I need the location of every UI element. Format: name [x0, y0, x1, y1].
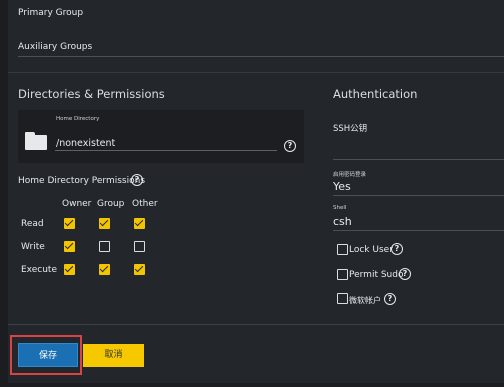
execute-group-checkbox[interactable]: [99, 264, 110, 275]
execute-owner-checkbox[interactable]: [64, 264, 75, 275]
row-write-label: Write: [21, 242, 45, 252]
row-execute-label: Execute: [21, 265, 57, 275]
directories-heading: Directories & Permissions: [18, 87, 165, 101]
shell-label: Shell: [333, 205, 347, 211]
auxiliary-groups-input[interactable]: [18, 56, 504, 57]
help-icon[interactable]: ?: [384, 293, 396, 305]
column-owner: Owner: [62, 199, 92, 209]
auxiliary-groups-label: Auxiliary Groups: [18, 42, 93, 52]
password-login-label: 启用密码登录: [333, 172, 367, 178]
password-login-select[interactable]: Yes: [333, 180, 351, 193]
ssh-key-label: SSH公钥: [333, 124, 368, 134]
help-icon[interactable]: ?: [284, 140, 296, 152]
microsoft-account-label: 微软帐户: [349, 296, 381, 305]
lock-user-label: Lock User: [349, 245, 393, 255]
read-group-checkbox[interactable]: [99, 218, 110, 229]
password-login-underline: [333, 195, 504, 196]
read-owner-checkbox[interactable]: [64, 218, 75, 229]
folder-icon[interactable]: [25, 132, 47, 150]
permit-sudo-checkbox[interactable]: [337, 269, 348, 280]
column-group: Group: [97, 199, 125, 209]
microsoft-account-checkbox[interactable]: [337, 293, 348, 304]
row-read-label: Read: [21, 219, 44, 229]
write-owner-checkbox[interactable]: [64, 241, 75, 252]
home-directory-input[interactable]: /nonexistent: [56, 138, 115, 149]
read-other-checkbox[interactable]: [134, 218, 145, 229]
shell-underline: [333, 230, 504, 231]
section-divider: [8, 72, 504, 73]
permissions-title: Home Directory Permissions: [18, 176, 146, 186]
lock-user-checkbox[interactable]: [337, 244, 348, 255]
home-directory-underline: [55, 150, 277, 151]
cancel-button[interactable]: 取消: [83, 344, 144, 367]
write-group-checkbox[interactable]: [99, 241, 110, 252]
column-other: Other: [132, 199, 158, 209]
help-icon[interactable]: ?: [391, 243, 403, 255]
ssh-key-input[interactable]: [333, 159, 504, 160]
help-icon[interactable]: ?: [131, 174, 143, 186]
user-form-panel: [8, 0, 504, 383]
shell-select[interactable]: csh: [333, 215, 352, 228]
primary-group-label: Primary Group: [18, 8, 84, 18]
write-other-checkbox[interactable]: [134, 241, 145, 252]
save-button[interactable]: 保存: [18, 343, 78, 367]
permit-sudo-label: Permit Sudo: [349, 270, 404, 280]
help-icon[interactable]: ?: [399, 268, 411, 280]
execute-other-checkbox[interactable]: [134, 264, 145, 275]
authentication-heading: Authentication: [333, 87, 418, 101]
left-edge: [0, 0, 8, 387]
buttons-divider: [8, 324, 504, 325]
home-directory-label: Home Directory: [56, 116, 100, 122]
